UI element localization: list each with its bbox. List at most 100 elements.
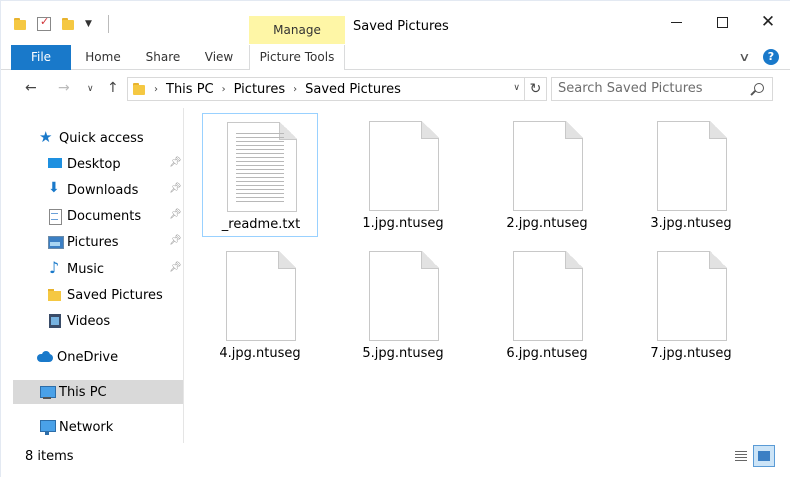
documents-icon [47,208,63,225]
search-icon [754,83,764,93]
close-icon: ✕ [760,12,776,32]
sidebar-item-this-pc[interactable]: This PC [13,380,183,404]
manage-context-tab[interactable]: Manage [249,16,345,44]
desktop-icon [47,156,63,172]
large-icons-view-icon[interactable] [753,445,775,467]
maximize-icon [716,16,728,28]
breadcrumb-this-pc[interactable]: This PC [166,82,214,97]
sidebar-item-label: Network [59,419,114,435]
sidebar-item-label: Saved Pictures [67,287,163,303]
sidebar-item-downloads[interactable]: Downloads 📌︎ [47,178,184,202]
file-name: _readme.txt [221,217,301,232]
back-arrow-icon[interactable]: ← [25,80,37,96]
file-item[interactable]: 1.jpg.ntuseg [345,113,461,237]
new-folder-icon[interactable] [61,17,75,31]
blank-file-icon [369,121,439,211]
sidebar-item-label: This PC [59,384,107,400]
file-explorer-window: ▼ Manage Saved Pictures ✕ File Home Shar… [0,0,790,477]
file-item[interactable]: 2.jpg.ntuseg [489,113,605,237]
sidebar-item-label: Music [67,261,104,277]
sidebar-item-desktop[interactable]: Desktop 📌︎ [47,152,184,176]
videos-icon [47,313,63,329]
window-controls: ✕ [653,7,790,37]
status-bar: 8 items [1,443,790,477]
refresh-button[interactable]: ↻ [525,77,547,101]
blank-file-icon [513,251,583,341]
blank-file-icon [657,251,727,341]
recent-locations-dropdown-icon[interactable]: ∨ [87,84,94,94]
refresh-icon: ↻ [529,81,542,97]
customize-toolbar-dropdown-icon[interactable]: ▼ [85,19,92,29]
cloud-icon [37,349,53,365]
sidebar-item-network[interactable]: Network [39,415,184,439]
file-name: 7.jpg.ntuseg [650,346,732,361]
help-icon[interactable]: ? [763,49,779,65]
sidebar-item-videos[interactable]: Videos [47,309,184,333]
file-name: 3.jpg.ntuseg [650,216,732,231]
details-view-icon[interactable] [732,447,750,465]
ribbon-right-controls: ∨ ? [738,49,779,65]
folder-icon [132,82,146,96]
breadcrumb-separator-icon[interactable]: › [293,84,297,95]
file-item[interactable]: 5.jpg.ntuseg [345,243,461,367]
pictures-icon [47,234,64,250]
expand-ribbon-chevron-icon[interactable]: ∨ [738,50,750,64]
blank-file-icon [369,251,439,341]
tab-file[interactable]: File [11,45,71,70]
blank-file-icon [657,121,727,211]
file-item[interactable]: _readme.txt [202,113,318,237]
pin-icon: 📌︎ [169,157,182,168]
music-icon [47,258,63,277]
search-placeholder: Search Saved Pictures [558,81,703,96]
title-bar: ▼ Manage Saved Pictures ✕ [1,1,790,45]
sidebar-item-onedrive[interactable]: OneDrive [37,345,184,369]
folder-icon [13,17,27,31]
up-arrow-icon[interactable]: ↑ [107,80,119,96]
blank-file-icon [513,121,583,211]
file-item[interactable]: 4.jpg.ntuseg [202,243,318,367]
properties-icon[interactable] [37,15,51,31]
tab-share[interactable]: Share [141,45,185,70]
pin-icon: 📌︎ [169,262,182,273]
toolbar-divider [107,15,109,33]
tab-home[interactable]: Home [79,45,127,70]
maximize-button[interactable] [699,7,745,37]
sidebar-item-label: Documents [67,208,142,224]
file-list-view: _readme.txt 1.jpg.ntuseg 2.jpg.ntuseg 3.… [185,108,790,443]
address-dropdown-icon[interactable]: ∨ [513,83,520,93]
tab-picture-tools[interactable]: Picture Tools [249,45,345,70]
tab-view[interactable]: View [199,45,239,70]
breadcrumb-pictures[interactable]: Pictures [234,82,285,97]
sidebar-item-pictures[interactable]: Pictures 📌︎ [47,230,184,254]
pin-icon: 📌︎ [169,235,182,246]
minimize-button[interactable] [653,7,699,37]
address-bar[interactable]: › This PC › Pictures › Saved Pictures ∨ [127,77,525,101]
star-icon [39,128,55,146]
breadcrumb-saved-pictures[interactable]: Saved Pictures [305,82,401,97]
window-title: Saved Pictures [353,19,449,34]
file-item[interactable]: 6.jpg.ntuseg [489,243,605,367]
minimize-icon [670,21,682,23]
text-file-icon [227,122,297,212]
breadcrumb-separator-icon[interactable]: › [154,84,158,95]
folder-icon [47,287,63,303]
navigation-pane: Quick access Desktop 📌︎ Downloads 📌︎ Doc… [1,108,184,443]
file-name: 2.jpg.ntuseg [506,216,588,231]
quick-access-toolbar: ▼ [13,15,109,33]
close-button[interactable]: ✕ [745,7,790,37]
breadcrumb-separator-icon[interactable]: › [222,84,226,95]
sidebar-item-label: OneDrive [57,349,119,365]
ribbon-tabs: File Home Share View Picture Tools ∨ ? [1,45,790,70]
file-item[interactable]: 3.jpg.ntuseg [633,113,749,237]
sidebar-item-label: Downloads [67,182,139,198]
sidebar-item-documents[interactable]: Documents 📌︎ [47,204,184,228]
search-input[interactable]: Search Saved Pictures [551,77,773,101]
forward-arrow-icon[interactable]: → [58,80,70,96]
address-row: ← → ∨ ↑ › This PC › Pictures › Saved Pic… [1,70,790,108]
file-name: 1.jpg.ntuseg [362,216,444,231]
file-name: 5.jpg.ntuseg [362,346,444,361]
sidebar-item-music[interactable]: Music 📌︎ [47,257,184,281]
file-item[interactable]: 7.jpg.ntuseg [633,243,749,367]
pin-icon: 📌︎ [169,209,182,220]
sidebar-item-saved-pictures[interactable]: Saved Pictures [47,283,184,307]
